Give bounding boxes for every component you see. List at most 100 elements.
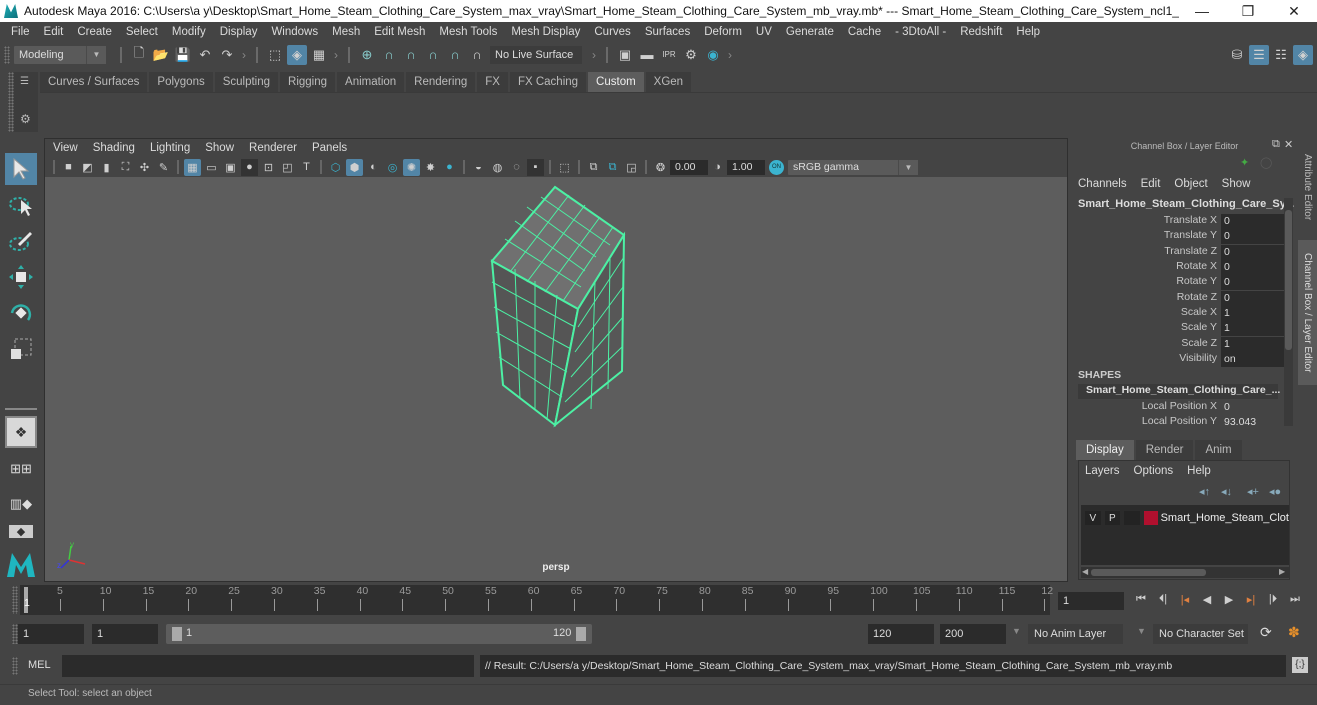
channel-value[interactable]: 0	[1221, 400, 1284, 415]
playback-start-field[interactable]: 1	[92, 624, 158, 644]
scrollbar-thumb[interactable]	[1285, 210, 1292, 350]
screen-space-ao-icon[interactable]: ◒	[470, 159, 487, 176]
close-button[interactable]: ✕	[1271, 3, 1317, 20]
auto-key-icon[interactable]: ⟳	[1260, 624, 1272, 641]
film-gate-icon[interactable]: ▭	[203, 159, 220, 176]
bookmark-icon[interactable]: ▮	[98, 159, 115, 176]
use-all-lights-icon[interactable]: ✸	[422, 159, 439, 176]
speed-icon[interactable]: ◯	[1260, 156, 1272, 169]
animation-start-field[interactable]: 1	[18, 624, 84, 644]
wireframe-on-shaded-icon[interactable]: ◎	[384, 159, 401, 176]
menu-edit[interactable]: Edit	[37, 26, 71, 38]
shelf-tab-xgen[interactable]: XGen	[645, 72, 692, 92]
menu-3dtoall[interactable]: - 3DtoAll -	[888, 26, 953, 38]
scroll-left-icon[interactable]: ◀	[1082, 567, 1088, 576]
new-empty-layer-icon[interactable]: ◂+	[1247, 485, 1259, 498]
gamma-field[interactable]: 1.00	[727, 159, 765, 175]
new-scene-icon[interactable]: 🗋	[129, 45, 149, 65]
cb-menu-edit[interactable]: Edit	[1141, 178, 1161, 190]
menu-edit-mesh[interactable]: Edit Mesh	[367, 26, 432, 38]
select-hierarchy-icon[interactable]: ⬚	[265, 45, 285, 65]
float-panel-icon[interactable]: ⧉	[1272, 138, 1280, 151]
snap-grid-icon[interactable]: ⊕	[357, 45, 377, 65]
grease-pencil-icon[interactable]: ✎	[155, 159, 172, 176]
go-to-end-button[interactable]: ⏭	[1284, 593, 1306, 606]
shelf-settings-icon[interactable]: ⚙	[20, 112, 31, 126]
shelf-tab-animation[interactable]: Animation	[337, 72, 405, 92]
step-forward-frame-button[interactable]: |⏵	[1262, 593, 1284, 606]
channel-value[interactable]: 0	[1221, 214, 1284, 229]
menu-mesh-display[interactable]: Mesh Display	[504, 26, 587, 38]
playback-end-field[interactable]: 120	[868, 624, 934, 644]
wireframe-icon[interactable]: ⬡	[327, 159, 344, 176]
snap-curve-icon[interactable]: ∩	[379, 45, 399, 65]
collapse-arrow-icon[interactable]: ›	[728, 48, 732, 62]
menu-uv[interactable]: UV	[749, 26, 779, 38]
channel-value[interactable]: 0	[1221, 245, 1284, 260]
open-scene-icon[interactable]: 📂	[151, 45, 171, 65]
scale-tool[interactable]	[5, 333, 37, 365]
layer-tab-display[interactable]: Display	[1076, 440, 1134, 460]
shelf-tab-sculpting[interactable]: Sculpting	[214, 72, 279, 92]
camera-attributes-icon[interactable]: ◩	[79, 159, 96, 176]
menu-deform[interactable]: Deform	[697, 26, 749, 38]
scrollbar-thumb[interactable]	[1091, 569, 1206, 576]
layer-name[interactable]: Smart_Home_Steam_Clot	[1161, 512, 1289, 524]
current-frame-field[interactable]: 1	[1058, 592, 1124, 610]
character-set-dropdown-icon[interactable]: ▼	[1137, 626, 1146, 636]
channel-value[interactable]: 93.043	[1221, 415, 1284, 430]
anim-layer-dropdown-icon[interactable]: ▼	[1012, 626, 1021, 636]
menu-cache[interactable]: Cache	[841, 26, 888, 38]
select-object-icon[interactable]: ◈	[287, 44, 307, 65]
menuset-dropdown[interactable]: Modeling ▼	[14, 45, 106, 64]
channel-row-translate-y[interactable]: Translate Y 0	[1076, 229, 1284, 244]
gamma-icon[interactable]: ◑	[709, 159, 726, 176]
layer-menu-help[interactable]: Help	[1187, 465, 1211, 477]
channel-row-scale-z[interactable]: Scale Z 1	[1076, 337, 1284, 352]
time-slider[interactable]: 1 5 10 15 20 25 30 35 40 45 50 55 60 65 70 75 80 85 90 95 10…	[20, 585, 1053, 615]
shelf-tab-fx[interactable]: FX	[477, 72, 508, 92]
layer-color-swatch[interactable]	[1143, 511, 1158, 525]
select-component-icon[interactable]: ▦	[309, 45, 329, 65]
timeslider-grip[interactable]	[12, 586, 18, 614]
layer-tab-render[interactable]: Render	[1135, 440, 1194, 460]
layer-display-type-toggle[interactable]	[1124, 511, 1140, 525]
shelf-tab-polygons[interactable]: Polygons	[149, 72, 213, 92]
shelf-tab-rigging[interactable]: Rigging	[280, 72, 336, 92]
color-management-toggle[interactable]: ON	[769, 159, 784, 175]
redo-icon[interactable]: ↷	[217, 45, 237, 65]
channel-value[interactable]: 1	[1221, 337, 1284, 352]
menu-select[interactable]: Select	[119, 26, 165, 38]
step-forward-key-button[interactable]: ▸|	[1240, 593, 1262, 606]
smooth-shade-icon[interactable]: ⬢	[346, 158, 363, 176]
menu-display[interactable]: Display	[213, 26, 265, 38]
channel-row-local-position-x[interactable]: Local Position X 0	[1076, 400, 1284, 415]
command-input[interactable]	[62, 655, 474, 677]
select-camera-icon[interactable]: ■	[60, 159, 77, 176]
channel-value[interactable]: on	[1221, 352, 1284, 367]
menu-redshift[interactable]: Redshift	[953, 26, 1009, 38]
move-tool[interactable]	[5, 261, 37, 293]
layer-row[interactable]: V P Smart_Home_Steam_Clot	[1081, 509, 1289, 527]
channel-row-translate-z[interactable]: Translate Z 0	[1076, 245, 1284, 260]
channel-value[interactable]: 0	[1221, 229, 1284, 244]
modeling-toolkit-icon[interactable]: ⛁	[1227, 45, 1247, 65]
channel-row-rotate-z[interactable]: Rotate Z 0	[1076, 291, 1284, 306]
script-language-toggle[interactable]: MEL	[28, 659, 51, 671]
textured-icon[interactable]: ✺	[403, 158, 420, 176]
menu-modify[interactable]: Modify	[165, 26, 213, 38]
range-end-handle[interactable]	[576, 627, 586, 641]
viewport-menu-show[interactable]: Show	[205, 142, 242, 154]
render-view-icon[interactable]: ▣	[615, 45, 635, 65]
cb-menu-object[interactable]: Object	[1174, 178, 1207, 190]
side-tab-attribute-editor[interactable]: Attribute Editor	[1298, 140, 1317, 235]
anim-layer-field[interactable]: No Anim Layer	[1028, 624, 1123, 644]
channel-box-toggle-icon[interactable]: ◈	[1293, 44, 1313, 65]
make-live-icon[interactable]: ∩	[445, 45, 465, 65]
play-backwards-button[interactable]: ◀	[1196, 593, 1218, 606]
step-back-frame-button[interactable]: ⏴|	[1152, 593, 1174, 606]
collapse-arrow-icon[interactable]: ›	[334, 48, 338, 62]
shelf-tab-curves-surfaces[interactable]: Curves / Surfaces	[40, 72, 148, 92]
four-view-layout-button[interactable]: ⊞⊞	[5, 452, 37, 484]
cb-menu-show[interactable]: Show	[1222, 178, 1251, 190]
